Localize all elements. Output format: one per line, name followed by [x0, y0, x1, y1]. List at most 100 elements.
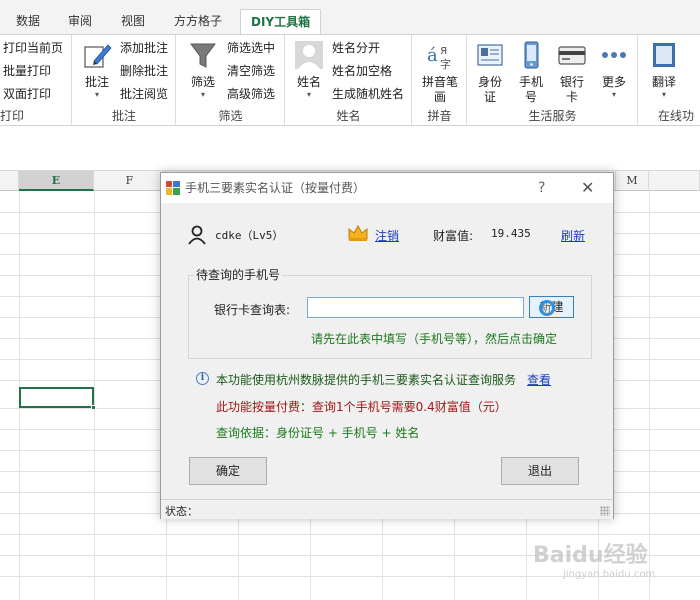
- id-card-button[interactable]: 身份 证: [472, 39, 508, 105]
- status-label: 状态：: [165, 505, 198, 518]
- bank-card-icon: [558, 46, 586, 65]
- tab-diy-toolbox[interactable]: DIY工具箱: [240, 9, 322, 35]
- group-label-filter: 筛选: [218, 109, 243, 123]
- more-button[interactable]: 更多 ▾: [596, 39, 632, 100]
- query-basis-text: 查询依据：身份证号 + 手机号 + 姓名: [216, 426, 420, 440]
- batch-print-button[interactable]: 批量打印: [3, 61, 51, 81]
- click-cursor-icon: [539, 300, 555, 316]
- phone-number-button[interactable]: 手机 号: [513, 39, 549, 105]
- col-header-blank: [0, 171, 19, 191]
- phone-verify-dialog: 手机三要素实名认证（按量付费） ? ✕ cdke（Lv5） 注销 财富值: 19…: [160, 172, 614, 519]
- close-button[interactable]: ✕: [581, 173, 594, 203]
- query-group-title: 待查询的手机号: [194, 266, 283, 283]
- col-header-n[interactable]: [649, 171, 700, 191]
- grid-hline: [0, 534, 700, 535]
- svg-text:я: я: [440, 43, 447, 57]
- comment-edit-icon: [84, 44, 112, 68]
- name-big-button[interactable]: 姓名 ▾: [292, 39, 326, 100]
- bank-table-input[interactable]: [307, 297, 524, 318]
- pinyin-icon: á я 字: [427, 43, 451, 71]
- selected-cell[interactable]: [19, 387, 96, 410]
- split-name-button[interactable]: 姓名分开: [332, 38, 380, 58]
- translate-icon: [653, 43, 675, 67]
- user-icon: [188, 225, 206, 245]
- more-dots-icon: [602, 52, 626, 58]
- svg-text:á: á: [427, 45, 438, 66]
- id-card-label-2: 证: [483, 90, 496, 104]
- title-strip: [0, 0, 700, 8]
- filter-big-button[interactable]: 筛选 ▾: [187, 39, 219, 100]
- view-link[interactable]: 查看: [527, 371, 551, 388]
- comment-big-button[interactable]: 批注 ▾: [79, 39, 115, 100]
- grid-vline: [94, 191, 95, 600]
- phone-label-2: 号: [524, 90, 537, 104]
- watermark-main: Baidu经验: [533, 543, 648, 568]
- col-header-e[interactable]: E: [19, 171, 94, 191]
- phone-label-1: 手机: [518, 75, 543, 89]
- add-comment-button[interactable]: 添加批注: [120, 38, 168, 58]
- filter-selected-button[interactable]: 筛选选中: [227, 38, 275, 58]
- chevron-down-icon: ▾: [661, 90, 666, 99]
- help-button[interactable]: ?: [538, 173, 545, 203]
- watermark-sub: jingyan.baidu.com: [563, 569, 656, 580]
- wealth-value: 19.435: [491, 227, 531, 240]
- chevron-down-icon: ▾: [611, 90, 616, 99]
- wealth-label: 财富值:: [433, 229, 474, 243]
- translate-button[interactable]: 翻译 ▾: [647, 39, 681, 100]
- group-online: 翻译 ▾ 在线功: [639, 35, 700, 126]
- translate-label: 翻译: [651, 75, 676, 89]
- group-label-life-services: 生活服务: [528, 109, 577, 123]
- formula-bar-area: [0, 127, 700, 171]
- delete-comment-button[interactable]: 删除批注: [120, 61, 168, 81]
- resize-grip-icon[interactable]: [600, 506, 610, 516]
- bank-card-label-2: 卡: [565, 90, 578, 104]
- print-current-page-button[interactable]: 打印当前页: [3, 38, 63, 58]
- group-comment: 批注 ▾ 添加批注 删除批注 批注阅览 批注: [73, 35, 176, 126]
- tab-view[interactable]: 视图: [117, 9, 149, 33]
- info-icon: i: [196, 372, 209, 385]
- refresh-link[interactable]: 刷新: [561, 227, 585, 244]
- bank-table-label: 银行卡查询表:: [214, 303, 291, 317]
- tab-data[interactable]: 数据: [12, 9, 44, 33]
- pinyin-stroke-button[interactable]: á я 字 拼音笔 画: [417, 39, 463, 105]
- service-info-text: 本功能使用杭州数脉提供的手机三要素实名认证查询服务: [216, 373, 517, 387]
- chevron-down-icon: ▾: [200, 90, 205, 99]
- tab-fangfang[interactable]: 方方格子: [170, 9, 226, 33]
- fill-handle[interactable]: [91, 405, 96, 410]
- bank-card-button[interactable]: 银行 卡: [554, 39, 590, 105]
- duplex-print-button[interactable]: 双面打印: [3, 84, 51, 104]
- chevron-down-icon: ▾: [94, 90, 99, 99]
- dialog-title-bar[interactable]: 手机三要素实名认证（按量付费） ? ✕: [161, 173, 613, 203]
- tab-review[interactable]: 审阅: [64, 9, 96, 33]
- browse-comment-button[interactable]: 批注阅览: [120, 84, 168, 104]
- person-icon: [295, 41, 323, 69]
- pinyin-label-1: 拼音笔: [421, 75, 458, 89]
- status-bar: 状态：: [161, 499, 613, 519]
- logout-link[interactable]: 注销: [375, 227, 399, 244]
- chevron-down-icon: ▾: [306, 90, 311, 99]
- col-header-m[interactable]: M: [616, 171, 649, 191]
- filter-big-label: 筛选: [190, 75, 215, 89]
- ribbon: 打印当前页 批量打印 双面打印 打印 批注 ▾ 添加批注 删除批注 批注阅览 批…: [0, 34, 700, 126]
- group-filter: 筛选 ▾ 筛选选中 清空筛选 高级筛选 筛选: [177, 35, 285, 126]
- bank-card-label-1: 银行: [559, 75, 584, 89]
- crown-icon: [348, 224, 368, 241]
- group-label-comment: 批注: [111, 109, 136, 123]
- id-card-icon: [477, 44, 503, 66]
- random-name-button[interactable]: 生成随机姓名: [332, 84, 404, 104]
- group-print: 打印当前页 批量打印 双面打印 打印: [0, 35, 72, 126]
- group-name: 姓名 ▾ 姓名分开 姓名加空格 生成随机姓名 姓名: [286, 35, 412, 126]
- funnel-icon: [190, 43, 216, 68]
- name-big-label: 姓名: [296, 75, 321, 89]
- svg-text:字: 字: [440, 57, 451, 71]
- ribbon-tab-bar: 数据 审阅 视图 方方格子 DIY工具箱: [0, 0, 700, 35]
- advanced-filter-button[interactable]: 高级筛选: [227, 84, 275, 104]
- col-header-f[interactable]: F: [94, 171, 166, 191]
- ok-button[interactable]: 确定: [189, 457, 267, 485]
- mobile-phone-icon: [524, 41, 539, 69]
- clear-filter-button[interactable]: 清空筛选: [227, 61, 275, 81]
- baidu-watermark: Baidu经验 jingyan.baidu.com: [533, 537, 693, 591]
- group-label-print: 打印: [0, 109, 25, 123]
- exit-button[interactable]: 退出: [501, 457, 579, 485]
- name-add-space-button[interactable]: 姓名加空格: [332, 61, 392, 81]
